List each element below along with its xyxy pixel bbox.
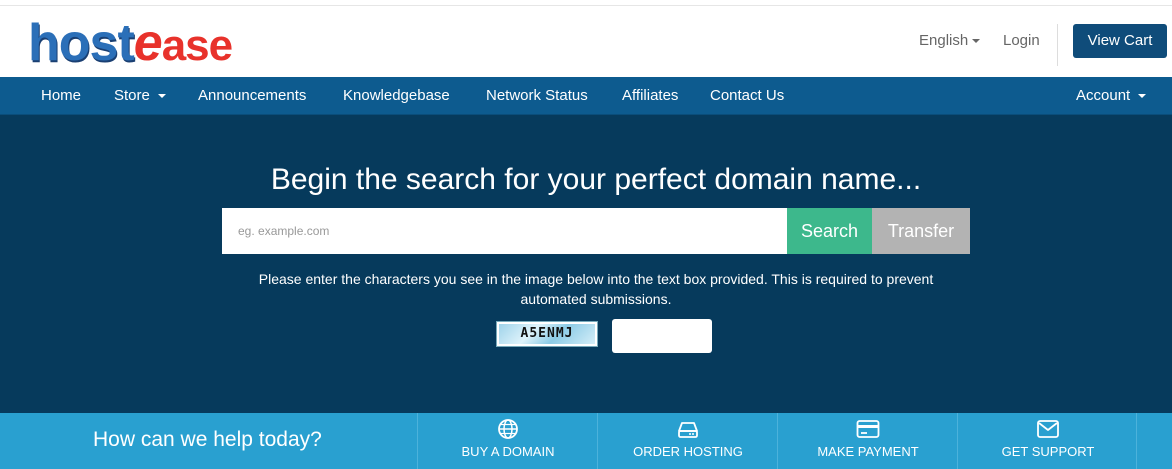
main-nav: Home Store Announcements Knowledgebase N…: [0, 77, 1172, 115]
search-button[interactable]: Search: [787, 208, 872, 254]
buy-domain-label: BUY A DOMAIN: [461, 444, 555, 459]
chevron-down-icon: [1138, 94, 1147, 99]
language-dropdown[interactable]: English: [919, 32, 981, 49]
hostease-logo[interactable]: hostease: [28, 14, 233, 72]
chevron-down-icon: [157, 94, 166, 99]
captcha-input[interactable]: [612, 319, 712, 353]
chevron-down-icon: [972, 39, 981, 44]
nav-store-label: Store: [114, 87, 150, 104]
nav-account[interactable]: Account: [1076, 77, 1147, 115]
order-hosting-link[interactable]: ORDER HOSTING: [597, 413, 777, 469]
header-divider: [1057, 24, 1058, 66]
captcha-instructions: Please enter the characters you see in t…: [258, 271, 934, 307]
get-support-label: GET SUPPORT: [1001, 444, 1095, 459]
nav-contact-us[interactable]: Contact Us: [710, 77, 784, 115]
order-hosting-label: ORDER HOSTING: [633, 444, 743, 459]
logo-host: host: [28, 14, 135, 72]
captcha-image: A5ENMJ: [496, 321, 598, 347]
buy-domain-link[interactable]: BUY A DOMAIN: [417, 413, 597, 469]
nav-store[interactable]: Store: [114, 77, 166, 115]
domain-search-hero: Begin the search for your perfect domain…: [0, 115, 1172, 413]
nav-affiliates[interactable]: Affiliates: [622, 77, 678, 115]
get-support-link[interactable]: GET SUPPORT: [957, 413, 1137, 469]
credit-card-icon: [856, 420, 880, 438]
logo-ase: ase: [161, 21, 233, 70]
envelope-icon: [1037, 420, 1059, 438]
nav-network-status[interactable]: Network Status: [486, 77, 588, 115]
help-title: How can we help today?: [93, 428, 322, 451]
make-payment-link[interactable]: MAKE PAYMENT: [777, 413, 957, 469]
hero-title: Begin the search for your perfect domain…: [270, 163, 922, 196]
nav-announcements[interactable]: Announcements: [198, 77, 306, 115]
help-bar: How can we help today? BUY A DOMAIN ORDE…: [0, 413, 1172, 469]
login-link[interactable]: Login: [1003, 32, 1040, 49]
domain-search-input[interactable]: [222, 208, 787, 254]
server-icon: [678, 422, 698, 438]
transfer-button[interactable]: Transfer: [872, 208, 970, 254]
nav-knowledgebase[interactable]: Knowledgebase: [343, 77, 450, 115]
globe-icon: [498, 419, 518, 439]
nav-account-label: Account: [1076, 87, 1131, 104]
language-label: English: [919, 32, 969, 49]
view-cart-button[interactable]: View Cart: [1073, 24, 1167, 58]
nav-home[interactable]: Home: [41, 77, 81, 115]
site-header: hostease English Login View Cart: [0, 6, 1172, 77]
make-payment-label: MAKE PAYMENT: [817, 444, 919, 459]
logo-e: e: [133, 14, 163, 72]
